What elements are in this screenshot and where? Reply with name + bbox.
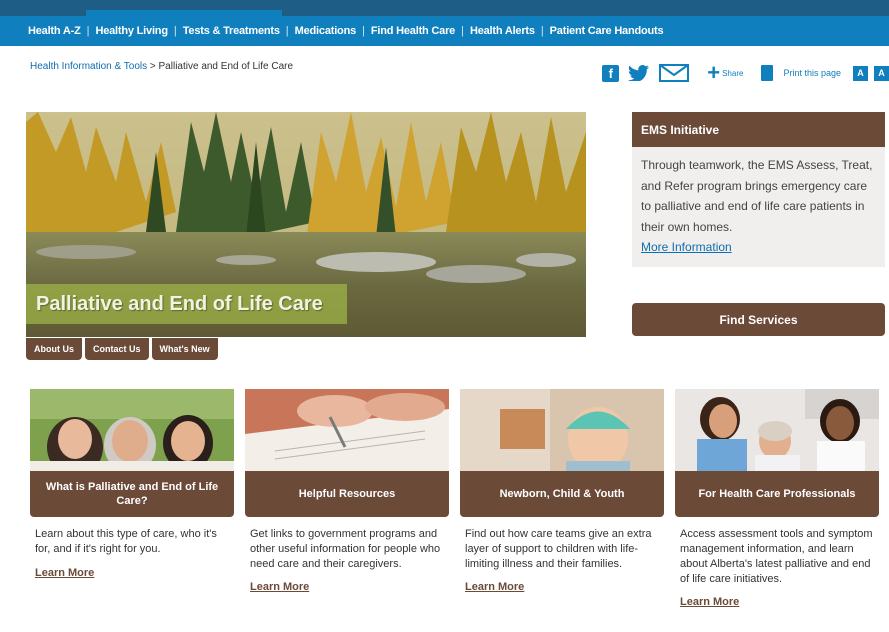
card-helpful-resources: Helpful Resources Get links to governmen… bbox=[245, 389, 449, 593]
card-title[interactable]: Helpful Resources bbox=[245, 471, 449, 517]
facebook-icon[interactable]: f bbox=[602, 64, 620, 82]
font-size-large-button[interactable]: A bbox=[874, 65, 889, 81]
breadcrumb-separator: > bbox=[149, 61, 156, 72]
card-health-care-professionals: For Health Care Professionals Access ass… bbox=[675, 389, 879, 608]
card-description: Find out how care teams give an extra la… bbox=[465, 528, 652, 570]
ems-initiative-panel: EMS Initiative Through teamwork, the EMS… bbox=[632, 112, 885, 267]
learn-more-link[interactable]: Learn More bbox=[30, 567, 234, 579]
nav-separator: | bbox=[362, 25, 365, 37]
card-description: Get links to government programs and oth… bbox=[250, 528, 441, 570]
plus-icon: + bbox=[707, 60, 721, 85]
learn-more-link[interactable]: Learn More bbox=[245, 581, 449, 593]
share-label: Share bbox=[722, 68, 744, 78]
find-services-button[interactable]: Find Services bbox=[632, 303, 885, 336]
card-description: Learn about this type of care, who it's … bbox=[35, 528, 217, 555]
card-title[interactable]: What is Palliative and End of Life Care? bbox=[30, 471, 234, 517]
nav-health-alerts[interactable]: Health Alerts bbox=[470, 25, 535, 37]
subtab-whats-new[interactable]: What's New bbox=[151, 338, 218, 360]
nav-find-health-care[interactable]: Find Health Care bbox=[371, 25, 455, 37]
ems-more-information-link[interactable]: More Information bbox=[641, 237, 877, 258]
learn-more-link[interactable]: Learn More bbox=[675, 596, 879, 608]
breadcrumb-parent-link[interactable]: Health Information & Tools bbox=[30, 61, 147, 72]
nav-health-a-z[interactable]: Health A-Z bbox=[28, 25, 81, 37]
print-button[interactable]: Print this page bbox=[761, 65, 841, 81]
nav-separator: | bbox=[540, 25, 544, 37]
card-title[interactable]: For Health Care Professionals bbox=[675, 471, 879, 517]
breadcrumb: Health Information & Tools > Palliative … bbox=[30, 61, 293, 72]
hero-title: Palliative and End of Life Care bbox=[26, 284, 347, 324]
card-image-care-team[interactable] bbox=[675, 389, 879, 471]
nav-patient-care-handouts[interactable]: Patient Care Handouts bbox=[550, 25, 664, 37]
nav-separator: | bbox=[461, 25, 464, 37]
learn-more-link[interactable]: Learn More bbox=[460, 581, 664, 593]
card-image-family[interactable] bbox=[30, 389, 234, 471]
ems-description: Through teamwork, the EMS Assess, Treat,… bbox=[641, 158, 873, 234]
subtab-contact-us[interactable]: Contact Us bbox=[85, 338, 149, 360]
hero-banner: Palliative and End of Life Care bbox=[26, 112, 586, 337]
print-icon bbox=[761, 65, 774, 81]
nav-separator: | bbox=[285, 25, 289, 37]
nav-healthy-living[interactable]: Healthy Living bbox=[95, 25, 168, 37]
font-size-small-button[interactable]: A bbox=[853, 65, 868, 81]
page-tools: f + Share Print this page A A bbox=[602, 62, 889, 84]
email-icon[interactable] bbox=[659, 64, 690, 82]
ems-heading: EMS Initiative bbox=[632, 112, 885, 147]
top-strip bbox=[0, 0, 889, 16]
card-what-is-palliative: What is Palliative and End of Life Care?… bbox=[30, 389, 234, 579]
card-image-writing[interactable] bbox=[245, 389, 449, 471]
card-newborn-child-youth: Newborn, Child & Youth Find out how care… bbox=[460, 389, 664, 593]
share-button[interactable]: + Share bbox=[707, 60, 744, 85]
nav-separator: | bbox=[86, 25, 90, 37]
nav-medications[interactable]: Medications bbox=[295, 25, 357, 37]
twitter-icon[interactable] bbox=[628, 65, 650, 81]
nav-tests-treatments[interactable]: Tests & Treatments bbox=[183, 25, 280, 37]
card-description: Access assessment tools and symptom mana… bbox=[680, 528, 873, 585]
breadcrumb-current: Palliative and End of Life Care bbox=[158, 61, 294, 72]
nav-separator: | bbox=[173, 25, 177, 37]
print-label: Print this page bbox=[783, 68, 841, 78]
card-title[interactable]: Newborn, Child & Youth bbox=[460, 471, 664, 517]
main-nav: Health A-Z | Healthy Living | Tests & Tr… bbox=[0, 16, 889, 46]
subtab-about-us[interactable]: About Us bbox=[26, 338, 82, 360]
section-subtabs: About Us Contact Us What's New bbox=[26, 338, 218, 360]
card-image-child[interactable] bbox=[460, 389, 664, 471]
